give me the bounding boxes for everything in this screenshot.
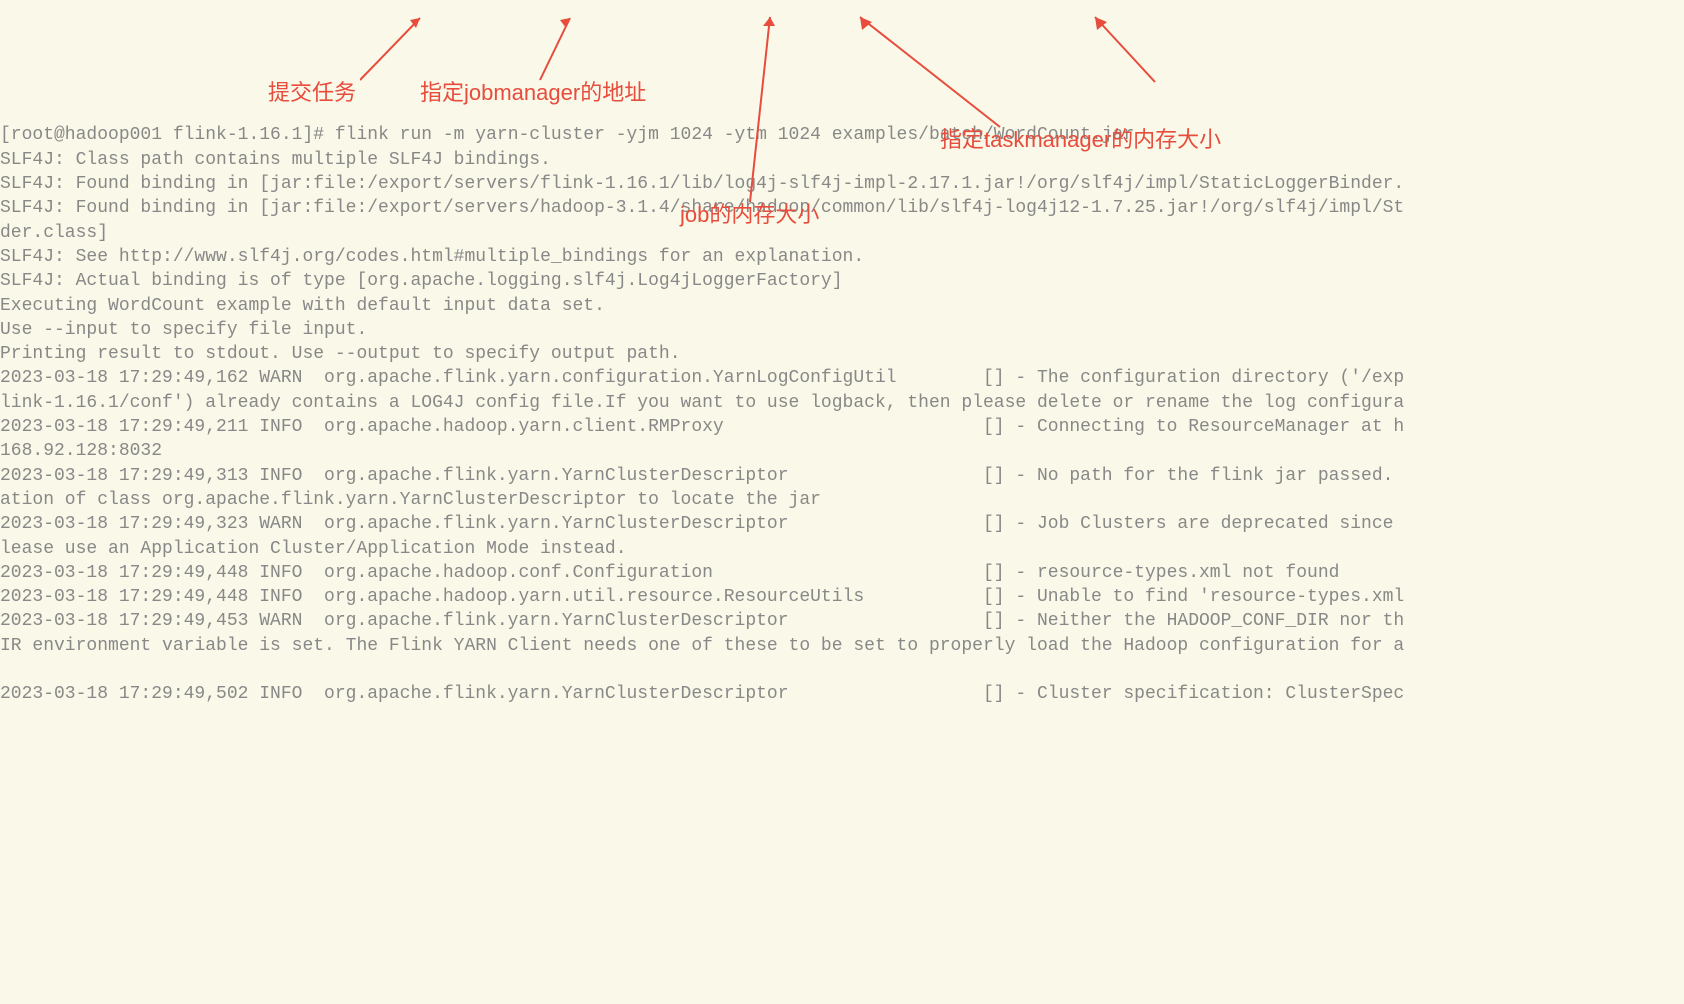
- log-line: der.class]: [0, 223, 108, 243]
- log-line: 2023-03-18 17:29:49,211 INFO org.apache.…: [0, 417, 1404, 437]
- log-line: IR environment variable is set. The Flin…: [0, 636, 1404, 656]
- log-line: SLF4J: Actual binding is of type [org.ap…: [0, 271, 843, 291]
- annotation-submit-task: 提交任务: [268, 78, 356, 108]
- log-line: SLF4J: Class path contains multiple SLF4…: [0, 150, 551, 170]
- annotation-taskmanager-memory: 指定taskmanager的内存大小: [940, 125, 1221, 155]
- log-line: Use --input to specify file input.: [0, 320, 367, 340]
- log-line: 2023-03-18 17:29:49,448 INFO org.apache.…: [0, 563, 1339, 583]
- log-line: 2023-03-18 17:29:49,448 INFO org.apache.…: [0, 587, 1404, 607]
- log-line: 2023-03-18 17:29:49,162 WARN org.apache.…: [0, 368, 1404, 388]
- log-line: Executing WordCount example with default…: [0, 296, 605, 316]
- arrow-icon: [530, 10, 590, 85]
- log-line: 168.92.128:8032: [0, 441, 162, 461]
- log-line: SLF4J: Found binding in [jar:file:/expor…: [0, 174, 1404, 194]
- annotation-jobmanager-addr: 指定jobmanager的地址: [420, 78, 646, 108]
- log-line: ation of class org.apache.flink.yarn.Yar…: [0, 490, 821, 510]
- log-line: 2023-03-18 17:29:49,453 WARN org.apache.…: [0, 611, 1404, 631]
- log-line: link-1.16.1/conf') already contains a LO…: [0, 393, 1404, 413]
- arrow-icon: [1085, 12, 1165, 87]
- log-line: 2023-03-18 17:29:49,313 INFO org.apache.…: [0, 466, 1393, 486]
- log-line: 2023-03-18 17:29:49,323 WARN org.apache.…: [0, 514, 1393, 534]
- annotation-job-memory: job的内存大小: [680, 200, 819, 230]
- log-line: Printing result to stdout. Use --output …: [0, 344, 681, 364]
- log-line: lease use an Application Cluster/Applica…: [0, 539, 627, 559]
- log-line: 2023-03-18 17:29:49,502 INFO org.apache.…: [0, 684, 1404, 704]
- log-line: SLF4J: See http://www.slf4j.org/codes.ht…: [0, 247, 864, 267]
- terminal-output: [root@hadoop001 flink-1.16.1]# flink run…: [0, 97, 1684, 706]
- arrow-icon: [360, 10, 440, 85]
- shell-prompt: [root@hadoop001 flink-1.16.1]#: [0, 125, 335, 145]
